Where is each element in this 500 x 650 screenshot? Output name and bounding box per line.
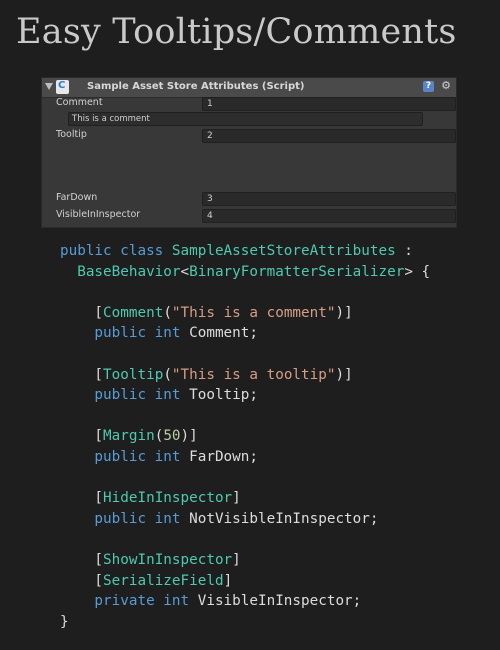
code-token: > { bbox=[404, 263, 431, 280]
code-token: )] bbox=[335, 304, 353, 321]
code-token: ( bbox=[163, 366, 172, 383]
field-label-comment: Comment bbox=[56, 97, 103, 108]
code-line: [Margin(50)] bbox=[60, 426, 430, 447]
csharp-script-icon bbox=[56, 80, 69, 94]
code-token: NotVisibleInInspector; bbox=[189, 510, 379, 527]
foldout-arrow-icon[interactable] bbox=[45, 83, 53, 90]
component-title: Sample Asset Store Attributes (Script) bbox=[87, 81, 305, 92]
code-line: public int Tooltip; bbox=[60, 385, 430, 406]
code-token: ] bbox=[232, 551, 241, 568]
inspector-panel: Sample Asset Store Attributes (Script) ?… bbox=[42, 78, 456, 227]
code-token: public int bbox=[60, 510, 190, 527]
code-token: private int bbox=[60, 593, 198, 610]
code-token: )] bbox=[335, 366, 353, 383]
code-line: public class SampleAssetStoreAttributes … bbox=[60, 241, 430, 262]
code-token: "This is a tooltip" bbox=[171, 366, 336, 383]
code-token: Margin bbox=[103, 428, 155, 445]
code-token: [ bbox=[60, 572, 104, 589]
code-line: public int Comment; bbox=[60, 323, 430, 344]
code-line: BaseBehavior<BinaryFormatterSerializer> … bbox=[60, 262, 430, 283]
code-line: [Tooltip("This is a tooltip")] bbox=[60, 365, 430, 386]
comment-box: This is a comment bbox=[68, 112, 423, 126]
code-line: [ShowInInspector] bbox=[60, 550, 430, 571]
code-token: public class bbox=[60, 243, 172, 259]
code-token: HideInInspector bbox=[103, 490, 233, 507]
code-token: public int bbox=[60, 387, 190, 404]
code-token: : bbox=[395, 243, 413, 259]
field-input-comment[interactable]: 1 bbox=[202, 97, 456, 111]
code-line: } bbox=[60, 612, 430, 633]
code-token: Comment bbox=[103, 304, 164, 321]
code-token: Tooltip bbox=[103, 366, 164, 383]
code-token: ( bbox=[163, 304, 172, 321]
code-token: < bbox=[180, 263, 190, 280]
code-token: ] bbox=[223, 572, 233, 589]
code-token: [ bbox=[60, 490, 104, 507]
code-token: [ bbox=[60, 304, 104, 321]
code-line: [SerializeField] bbox=[60, 571, 430, 592]
code-line: public int FarDown; bbox=[60, 447, 430, 468]
code-line: private int VisibleInInspector; bbox=[60, 591, 430, 612]
help-icon[interactable]: ? bbox=[423, 81, 434, 92]
page-title: Easy Tooltips/Comments bbox=[16, 12, 457, 52]
component-header[interactable]: Sample Asset Store Attributes (Script) ?… bbox=[42, 78, 456, 98]
field-input-fardown[interactable]: 3 bbox=[202, 192, 456, 206]
code-token: [ bbox=[60, 428, 104, 445]
code-token: ] bbox=[232, 490, 241, 507]
field-label-tooltip: Tooltip bbox=[56, 129, 87, 140]
code-block: public class SampleAssetStoreAttributes … bbox=[60, 241, 430, 632]
code-token: } bbox=[60, 613, 69, 630]
code-token: FarDown; bbox=[189, 448, 258, 465]
code-token: SampleAssetStoreAttributes bbox=[171, 243, 396, 259]
field-label-visible-in-inspector: VisibleInInspector bbox=[56, 209, 141, 220]
field-input-visible-in-inspector[interactable]: 4 bbox=[202, 209, 456, 223]
code-token: [ bbox=[60, 366, 104, 383]
code-line: public int NotVisibleInInspector; bbox=[60, 509, 430, 530]
code-token: 50 bbox=[163, 428, 181, 445]
code-token: ShowInInspector bbox=[103, 551, 233, 568]
code-token: Tooltip; bbox=[189, 387, 258, 404]
field-label-fardown: FarDown bbox=[56, 192, 98, 203]
code-token: Comment; bbox=[189, 325, 258, 342]
code-line: [HideInInspector] bbox=[60, 488, 430, 509]
code-line: [Comment("This is a comment")] bbox=[60, 303, 430, 324]
code-token: )] bbox=[180, 428, 198, 445]
code-token: [ bbox=[60, 551, 104, 568]
code-token: SerializeField bbox=[103, 572, 224, 589]
code-token: BinaryFormatterSerializer bbox=[189, 263, 405, 280]
code-token: public int bbox=[60, 325, 190, 342]
code-token: public int bbox=[60, 448, 190, 465]
code-token: "This is a comment" bbox=[171, 304, 336, 321]
code-token: VisibleInInspector; bbox=[197, 593, 362, 610]
code-token: BaseBehavior bbox=[77, 263, 181, 280]
gear-icon[interactable]: ⚙ bbox=[438, 79, 454, 93]
field-input-tooltip[interactable]: 2 bbox=[202, 129, 456, 143]
